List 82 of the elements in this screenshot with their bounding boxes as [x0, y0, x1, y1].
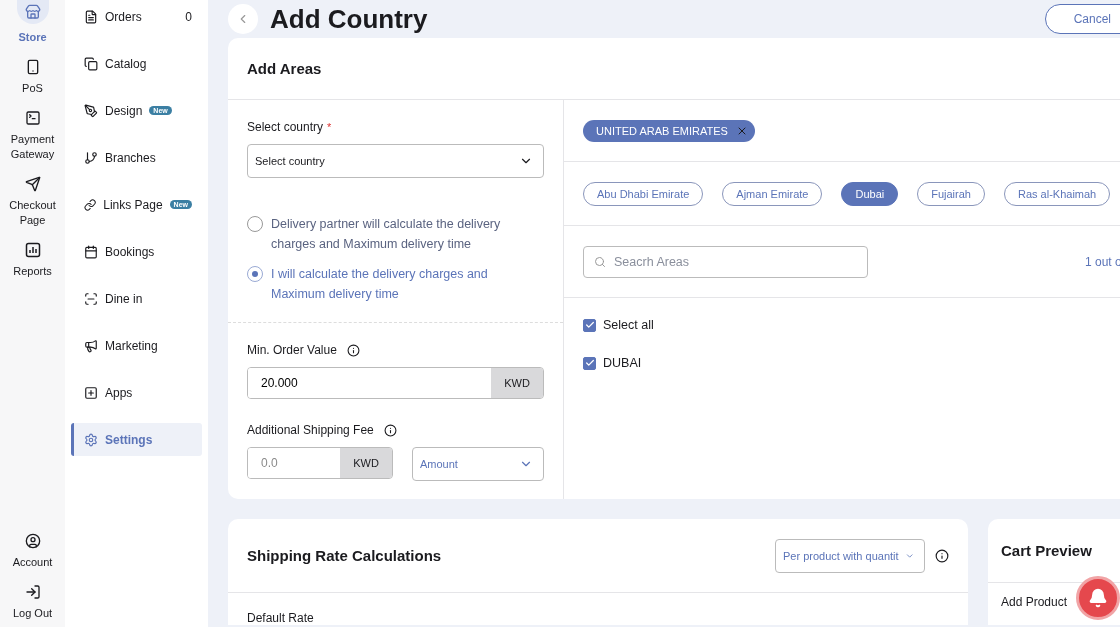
field-label: Additional Shipping Fee	[247, 423, 374, 437]
nav-label: Apps	[105, 385, 133, 400]
bar-chart-icon	[24, 242, 41, 258]
rate-method-select[interactable]: Per product with quantit	[775, 538, 925, 573]
nav-label: Branches	[105, 150, 156, 165]
nav-count: 0	[185, 9, 192, 24]
field-label: Min. Order Value	[247, 343, 337, 357]
pen-tool-icon	[84, 103, 98, 118]
link-icon	[84, 197, 97, 212]
rail-item[interactable]: Checkout Page	[2, 176, 63, 228]
country-tag[interactable]: UNITED ARAB EMIRATES	[583, 119, 755, 142]
field-label: Default Rate	[246, 610, 315, 625]
store-icon	[24, 4, 41, 20]
calendar-icon	[84, 244, 98, 259]
radio-label: I will calculate the delivery charges and Maximum delivery time	[271, 266, 489, 303]
nav-item[interactable]: Settings	[71, 423, 202, 456]
nav-item[interactable]: Apps	[71, 376, 202, 409]
min-order-field[interactable]: 20.000 KWD	[247, 367, 544, 399]
area-option[interactable]: Select all	[583, 318, 1120, 332]
shipping-fee-field[interactable]: 0.0 KWD	[247, 447, 393, 479]
region-chip[interactable]: Ajman Emirate	[722, 181, 823, 206]
region-chip[interactable]: Abu Dhabi Emirate	[583, 181, 704, 206]
rail-item[interactable]: PoS	[2, 59, 63, 96]
country-select[interactable]: Select country	[247, 144, 544, 178]
checkbox[interactable]	[583, 356, 596, 370]
send-icon	[24, 176, 41, 192]
region-chip[interactable]: Dubai	[841, 181, 899, 206]
info-icon	[935, 548, 949, 563]
nav-label: Links Page	[103, 197, 163, 212]
radio-option[interactable]: Delivery partner will calculate the delivery charges and Maximum delivery time	[247, 214, 544, 254]
card-title: Cart Preview	[1001, 542, 1092, 559]
nav-label: Dine in	[105, 291, 143, 306]
nav-label: Marketing	[105, 338, 158, 353]
checkbox-label: Select all	[603, 318, 654, 332]
nav-item[interactable]: Marketing	[71, 329, 202, 362]
field-label: Select country	[247, 120, 324, 134]
nav-label: Bookings	[105, 244, 155, 259]
rail-item[interactable]: Payment Gateway	[2, 110, 63, 162]
nav-item[interactable]: Dine in	[71, 282, 202, 315]
search-icon	[594, 255, 606, 268]
fee-type-select[interactable]: Amount	[412, 447, 544, 481]
nav-item[interactable]: Branches	[71, 141, 202, 174]
nav-item[interactable]: Orders 0	[71, 0, 202, 33]
checkbox[interactable]	[583, 318, 596, 332]
pages-icon	[84, 56, 98, 71]
search-field[interactable]: Seacrh Areas	[583, 245, 868, 278]
document-icon	[84, 9, 98, 24]
required-mark: *	[327, 121, 332, 133]
field-label: Add Product	[1001, 595, 1068, 609]
region-chip[interactable]: Ras al-Khaimah	[1003, 181, 1111, 206]
area-option[interactable]: DUBAI	[583, 356, 1120, 370]
currency-unit: KWD	[491, 368, 543, 398]
scan-icon	[84, 291, 98, 306]
card-title: Add Areas	[247, 60, 322, 77]
nav-label: Settings	[105, 432, 153, 447]
cancel-button[interactable]: Cancel	[1044, 4, 1120, 34]
login-icon	[24, 584, 41, 600]
settings-icon	[84, 432, 98, 447]
megaphone-icon	[84, 338, 98, 353]
plus-square-icon	[84, 385, 98, 400]
info-icon	[383, 423, 397, 437]
nav-item[interactable]: Catalog	[71, 47, 202, 80]
rail-item[interactable]: Reports	[2, 242, 63, 279]
info-icon	[346, 343, 360, 357]
nav-label: Orders	[105, 9, 142, 24]
card-title: Shipping Rate Calculations	[247, 547, 442, 564]
region-chip[interactable]: Fujairah	[917, 181, 985, 206]
nav-label: Design	[105, 103, 143, 118]
nav-label: Catalog	[105, 56, 147, 71]
bell-icon	[1088, 588, 1108, 608]
branch-icon	[84, 150, 98, 165]
radio-option[interactable]: I will calculate the delivery charges and Maximum delivery time	[247, 264, 544, 304]
rail-item[interactable]: Account	[2, 533, 63, 570]
rail-item[interactable]: Store	[2, 0, 63, 45]
terminal-icon	[24, 110, 41, 126]
nav-item[interactable]: Bookings	[71, 235, 202, 268]
checkbox-label: DUBAI	[603, 356, 642, 370]
currency-unit: KWD	[340, 448, 392, 478]
rail-item[interactable]: Log Out	[2, 584, 63, 621]
radio-label: Delivery partner will calculate the delivery charges and Maximum delivery time	[271, 216, 502, 253]
user-icon	[24, 533, 41, 549]
page-title: Add Country	[270, 3, 428, 35]
